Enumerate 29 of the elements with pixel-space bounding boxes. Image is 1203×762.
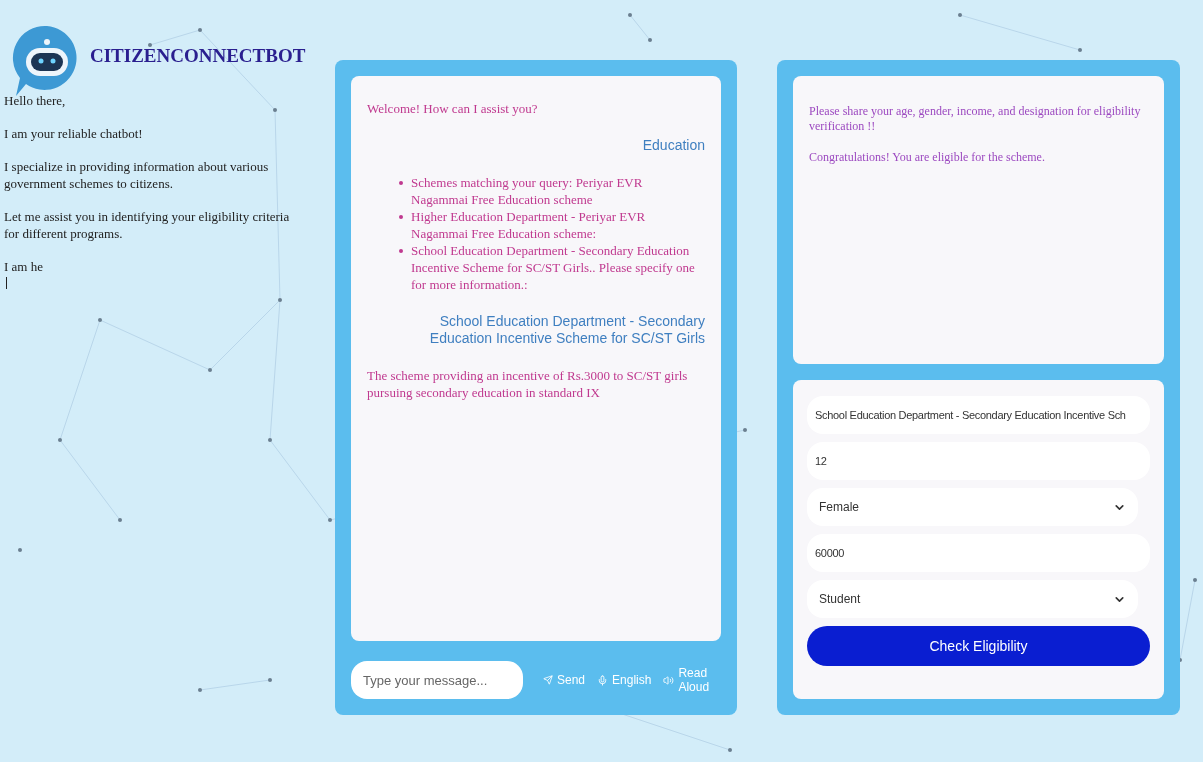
intro-text: Hello there, [4, 92, 67, 109]
bullet-icon [399, 249, 403, 253]
microphone-icon [597, 674, 609, 686]
speaker-icon [663, 674, 675, 686]
scheme-item: Schemes matching your query: Periyar EVR Nagammai Free Education scheme [411, 174, 644, 208]
send-icon [543, 675, 553, 685]
intro-text: I specialize in providing information about various government schemes to citizens. [4, 158, 270, 192]
scheme-item: Higher Education Department - Periyar EVR Nagammai Free Education scheme: [411, 208, 647, 242]
dropdown-field[interactable]: Student [807, 580, 1138, 618]
bullet-icon [399, 181, 403, 185]
check-eligibility-button[interactable]: Check Eligibility [807, 626, 1150, 666]
bot-message: The scheme providing an incentive of Rs.3000 to SC/ST girls pursuing secondary education in standard IX [367, 367, 689, 401]
intro-text: I am your reliable chatbot! [4, 125, 144, 142]
bot-message: Please share your age, gender, income, and designation for eligibility verification !! [809, 104, 1142, 134]
intro-text: Let me assist you in identifying your eligibility criteria for different programs. [4, 208, 291, 242]
user-message: School Education Department - Secondary Education Incentive Scheme for SC/ST Girls [428, 313, 705, 347]
message-input[interactable]: Type your message... [351, 661, 523, 699]
form-field[interactable]: 12 [807, 442, 1150, 480]
bot-message: Congratulations! You are eligible for the scheme. [809, 150, 1046, 165]
intro-text: I am he [4, 258, 44, 275]
form-field[interactable]: School Education Department - Secondary Education Incentive Sch [807, 396, 1150, 434]
scheme-item: School Education Department - Secondary Education Incentive Scheme for SC/ST Girls.. Please specify one for more information.: [411, 242, 696, 293]
bullet-icon [399, 215, 403, 219]
form-field[interactable]: 60000 [807, 534, 1150, 572]
app-title: CITIZENCONNECTBOT [90, 43, 306, 68]
text-cursor [6, 277, 7, 289]
dropdown-field[interactable]: Female [807, 488, 1138, 526]
bot-message: Welcome! How can I assist you? [367, 100, 539, 117]
user-message: Education [641, 137, 705, 154]
